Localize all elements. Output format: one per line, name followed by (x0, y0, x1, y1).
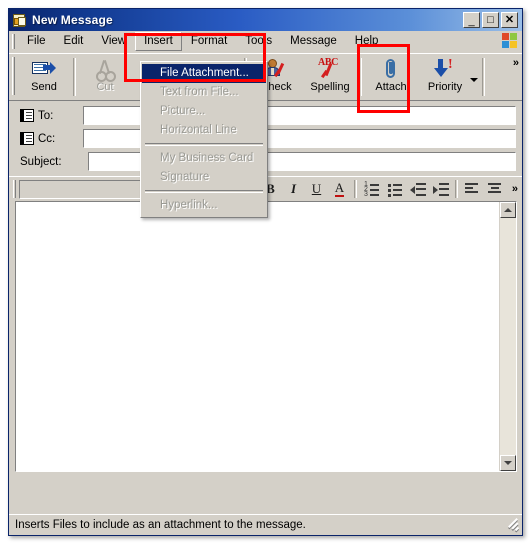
menu-view[interactable]: View (92, 32, 135, 51)
numbered-list-icon: 1 2 3 (364, 181, 379, 198)
menubar: File Edit View Insert Format Tools Messa… (9, 31, 522, 53)
menu-help[interactable]: Help (346, 32, 388, 51)
send-button[interactable]: Send (17, 54, 71, 100)
status-text: Inserts Files to include as an attachmen… (15, 519, 306, 531)
cut-button[interactable]: Cut (78, 54, 132, 100)
menu-item-signature[interactable]: Signature (142, 168, 266, 187)
menubar-grip[interactable] (12, 34, 15, 49)
caret-up-icon (504, 208, 512, 212)
spelling-icon: ABC (318, 57, 342, 80)
toolbar-separator (73, 58, 76, 96)
minimize-icon: _ (468, 15, 475, 27)
priority-button[interactable]: ! Priority (418, 54, 472, 100)
cut-icon (93, 58, 117, 82)
format-separator (455, 180, 458, 198)
numbered-list-button[interactable]: 1 2 3 (360, 178, 383, 200)
caret-down-icon (504, 461, 512, 465)
attach-button[interactable]: Attach (364, 54, 418, 100)
menu-edit[interactable]: Edit (55, 32, 93, 51)
menu-item-text-from-file[interactable]: Text from File... (142, 83, 266, 102)
priority-icon: ! (433, 58, 457, 80)
bulleted-list-icon (387, 183, 402, 197)
font-color-icon: A (334, 180, 345, 197)
new-message-icon (12, 13, 28, 28)
maximize-button[interactable]: □ (482, 12, 499, 28)
subject-label: Subject: (20, 155, 62, 168)
menu-separator (145, 190, 263, 193)
menu-tools[interactable]: Tools (236, 32, 281, 51)
spelling-button[interactable]: ABC Spelling (303, 54, 357, 100)
italic-button[interactable]: I (282, 178, 305, 200)
menu-item-my-business-card[interactable]: My Business Card (142, 149, 266, 168)
menu-message[interactable]: Message (281, 32, 346, 51)
maximize-icon: □ (487, 14, 494, 26)
align-left-icon (465, 182, 480, 196)
format-overflow-button[interactable]: » (512, 183, 518, 195)
close-icon: ✕ (504, 14, 515, 26)
screenshot-root: New Message _ □ ✕ File Edit View Insert … (0, 0, 531, 546)
close-button[interactable]: ✕ (501, 12, 518, 28)
underline-icon: U (311, 181, 322, 196)
minimize-button[interactable]: _ (463, 12, 480, 28)
new-message-window: New Message _ □ ✕ File Edit View Insert … (8, 8, 523, 536)
cut-button-label: Cut (96, 81, 114, 93)
align-center-icon (488, 182, 503, 196)
italic-icon: I (290, 181, 297, 196)
menu-format[interactable]: Format (182, 32, 236, 51)
font-color-button[interactable]: A (328, 178, 351, 200)
format-separator (354, 180, 357, 198)
menu-item-picture[interactable]: Picture... (142, 102, 266, 121)
priority-dropdown-arrow-icon[interactable] (470, 78, 478, 82)
increase-indent-button[interactable] (429, 178, 452, 200)
address-book-icon[interactable] (20, 109, 34, 122)
windows-logo-icon (502, 33, 519, 50)
to-label: To: (38, 109, 54, 122)
menu-file[interactable]: File (18, 32, 55, 51)
window-title: New Message (32, 13, 113, 27)
menu-insert[interactable]: Insert (135, 32, 182, 51)
format-toolbar-grip[interactable] (13, 180, 16, 198)
toolbar-separator (482, 58, 485, 96)
scroll-down-button[interactable] (500, 455, 516, 471)
window-titlebar: New Message _ □ ✕ (9, 9, 522, 31)
body-vertical-scrollbar[interactable] (499, 202, 516, 471)
subject-label-group: Subject: (15, 156, 88, 168)
increase-indent-icon (432, 182, 449, 196)
toolbar-grip[interactable] (12, 57, 15, 95)
address-book-icon[interactable] (20, 132, 34, 145)
resize-grip-icon[interactable] (506, 518, 520, 532)
spelling-button-label: Spelling (310, 81, 350, 93)
cc-label: Cc: (38, 132, 56, 145)
toolbar-separator (359, 58, 362, 96)
underline-button[interactable]: U (305, 178, 328, 200)
insert-dropdown-menu: File Attachment... Text from File... Pic… (140, 61, 268, 218)
align-center-button[interactable] (484, 178, 507, 200)
scroll-up-button[interactable] (500, 202, 516, 218)
menu-item-hyperlink[interactable]: Hyperlink... (142, 196, 266, 215)
message-body-area (15, 201, 517, 472)
to-label-group: To: (15, 109, 83, 122)
bulleted-list-button[interactable] (383, 178, 406, 200)
decrease-indent-button[interactable] (406, 178, 429, 200)
window-controls: _ □ ✕ (463, 12, 520, 28)
priority-button-label: Priority (427, 81, 463, 93)
message-body-input[interactable] (16, 202, 499, 471)
paperclip-icon (379, 58, 403, 80)
menu-item-file-attachment[interactable]: File Attachment... (142, 64, 266, 83)
toolbar-overflow-button[interactable]: » (513, 57, 519, 69)
send-button-label: Send (31, 81, 57, 93)
align-left-button[interactable] (461, 178, 484, 200)
menu-separator (145, 143, 263, 146)
decrease-indent-icon (409, 182, 426, 196)
send-icon (32, 58, 56, 80)
menu-item-horizontal-line[interactable]: Horizontal Line (142, 121, 266, 140)
statusbar: Inserts Files to include as an attachmen… (9, 514, 522, 535)
cc-label-group: Cc: (15, 132, 83, 145)
scrollbar-track[interactable] (500, 218, 516, 455)
attach-button-label: Attach (375, 81, 407, 93)
